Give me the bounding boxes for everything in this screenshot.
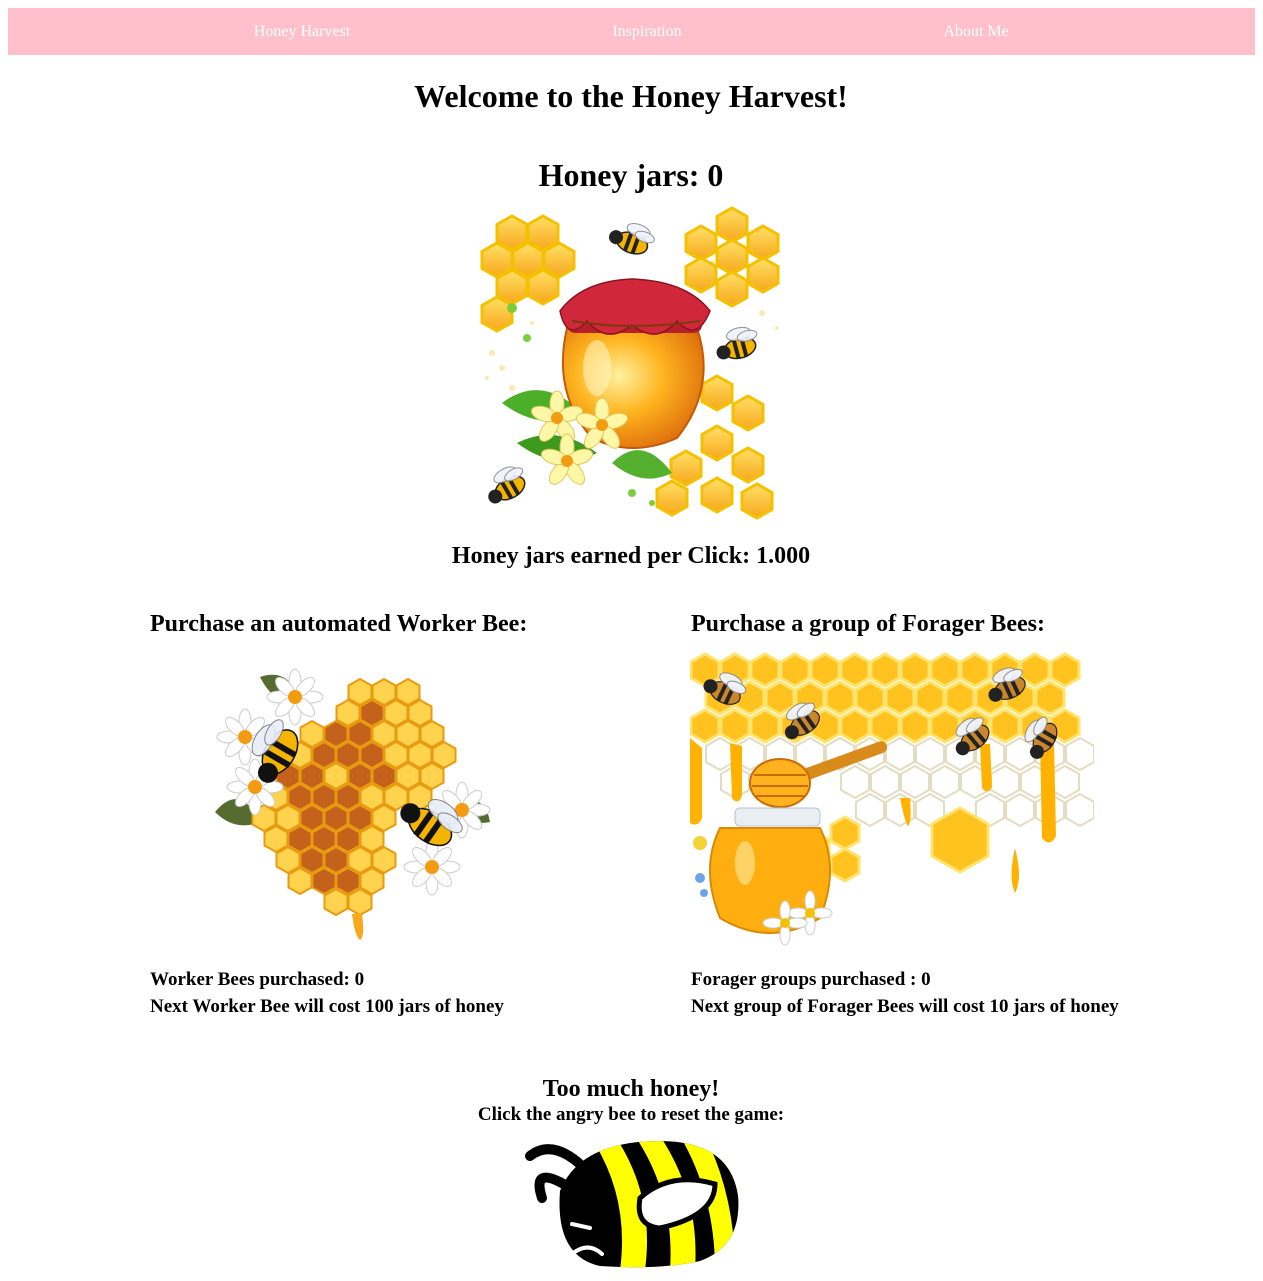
forager-bees-purchase-target[interactable] — [689, 648, 1095, 950]
nav-link-inspiration[interactable]: Inspiration — [612, 8, 681, 55]
worker-bees-purchased: Worker Bees purchased: 0 — [150, 969, 365, 990]
honey-jar-click-target[interactable] — [472, 203, 792, 525]
reset-title: Too much honey! — [542, 1076, 720, 1102]
forager-group-cost: Next group of Forager Bees will cost 10 … — [691, 996, 1119, 1017]
page-title: Welcome to the Honey Harvest! — [414, 78, 848, 114]
worker-bee-honeycomb-icon — [215, 668, 491, 940]
reset-angry-bee-button[interactable] — [520, 1136, 742, 1270]
worker-bee-cost: Next Worker Bee will cost 100 jars of ho… — [150, 996, 504, 1017]
worker-bee-heading: Purchase an automated Worker Bee: — [150, 611, 528, 637]
nav-link-honey-harvest[interactable]: Honey Harvest — [254, 8, 350, 55]
forager-bees-honeycomb-icon — [689, 652, 1095, 946]
worker-bee-purchase-target[interactable] — [200, 662, 500, 944]
forager-bee-heading: Purchase a group of Forager Bees: — [691, 611, 1045, 637]
top-nav: Honey Harvest Inspiration About Me — [8, 8, 1255, 55]
angry-bee-icon — [525, 1141, 739, 1268]
forager-groups-purchased: Forager groups purchased : 0 — [691, 969, 931, 990]
per-click-rate: Honey jars earned per Click: 1.000 — [451, 543, 811, 569]
honey-jar-counter: Honey jars: 0 — [538, 157, 724, 193]
honey-jar-icon — [478, 206, 780, 520]
reset-instruction: Click the angry bee to reset the game: — [477, 1104, 785, 1125]
nav-link-about-me[interactable]: About Me — [943, 8, 1008, 55]
